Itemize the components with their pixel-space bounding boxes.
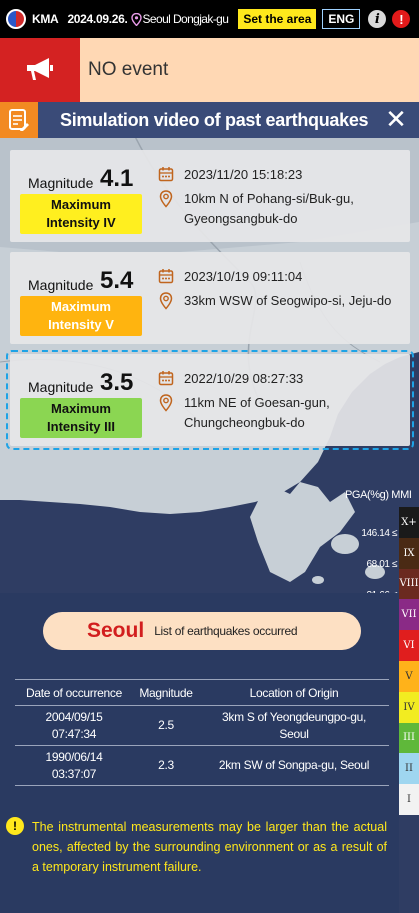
current-date: 2024.09.26. <box>67 12 128 26</box>
row-date: 2004/09/15 07:47:34 <box>15 705 133 746</box>
region-subtitle: List of earthquakes occurred <box>154 624 298 638</box>
table-row: 2004/09/15 07:47:34 2.5 3km S of Yeongdeu… <box>15 705 389 746</box>
location-line1: 10km N of Pohang-si/Buk-gu, <box>184 191 354 206</box>
current-location: Seoul Dongjak-gu <box>142 12 229 26</box>
earthquake-list: Magnitude 4.1 Maximum Intensity IV 2023/… <box>6 150 414 456</box>
row-location: 3km S of Yeongdeungpo-gu, Seoul <box>199 705 389 746</box>
row-date: 1990/06/14 03:37:07 <box>15 745 133 786</box>
pga-threshold: 68.01 ≤ <box>366 559 398 571</box>
earthquake-location: 10km N of Pohang-si/Buk-gu, Gyeongsangbu… <box>184 189 404 229</box>
location-line2: Chungcheongbuk-do <box>184 415 305 430</box>
simulation-header: Simulation video of past earthquakes ✕ <box>0 102 419 138</box>
earthquake-datetime: 2023/11/20 15:18:23 <box>184 167 303 182</box>
location-line1: 33km WSW of Seogwipo-si, Jeju-do <box>184 293 392 308</box>
mmi-level: V <box>399 660 419 692</box>
warning-icon: ! <box>6 817 24 835</box>
mmi-legend: X+ IX VIII VII VI V IV III II I <box>399 507 419 815</box>
column-header-location: Location of Origin <box>199 679 389 706</box>
calendar-icon <box>158 371 174 386</box>
earthquake-location: 11km NE of Goesan-gun, Chungcheongbuk-do <box>184 393 404 433</box>
location-icon <box>159 190 173 208</box>
magnitude-label: Magnitude <box>28 277 94 293</box>
loc-line1: 2km SW of Songpa-gu, Seoul <box>218 758 370 772</box>
mmi-level: IX <box>399 537 419 569</box>
intensity-line1: Maximum <box>51 401 111 416</box>
intensity-line2: Intensity V <box>48 317 114 332</box>
set-area-button[interactable]: Set the area <box>238 9 317 29</box>
event-status-text: NO event <box>88 59 169 80</box>
kma-logo-icon <box>6 9 26 29</box>
calendar-icon <box>158 167 174 182</box>
column-header-magnitude: Magnitude <box>133 679 199 706</box>
info-icon[interactable]: i <box>368 10 387 28</box>
location-icon <box>159 394 173 412</box>
max-intensity-badge: Maximum Intensity V <box>20 296 142 336</box>
location-line1: 11km NE of Goesan-gun, <box>184 395 330 410</box>
location-line2: Gyeongsangbuk-do <box>184 211 298 226</box>
max-intensity-badge: Maximum Intensity IV <box>20 194 142 234</box>
magnitude-value: 5.4 <box>100 267 134 294</box>
org-name: KMA <box>32 12 59 26</box>
mmi-level: VI <box>399 630 419 661</box>
table-row: 1990/06/14 03:37:07 2.3 2km SW of Songpa-… <box>15 745 389 786</box>
date-line2: 03:37:07 <box>51 766 97 781</box>
magnitude-label: Magnitude <box>28 379 94 395</box>
simulation-title: Simulation video of past earthquakes <box>60 109 369 130</box>
intensity-line2: Intensity IV <box>46 215 116 230</box>
pga-threshold: 146.14 ≤ <box>361 528 397 540</box>
language-button[interactable]: ENG <box>322 9 361 29</box>
close-button[interactable]: ✕ <box>382 106 410 134</box>
magnitude-value: 4.1 <box>100 165 134 192</box>
intensity-line2: Intensity III <box>47 419 115 434</box>
mmi-level: I <box>399 784 419 815</box>
intensity-line1: Maximum <box>51 299 111 314</box>
row-location: 2km SW of Songpa-gu, Seoul <box>199 745 389 786</box>
date-line1: 2004/09/15 <box>45 709 103 724</box>
magnitude-value: 3.5 <box>100 369 134 396</box>
notice-text: The instrumental measurements may be lar… <box>32 820 387 874</box>
earthquake-datetime: 2022/10/29 08:27:33 <box>184 371 304 386</box>
earthquake-card-selected[interactable]: Magnitude 3.5 Maximum Intensity III 2022… <box>6 350 414 450</box>
intensity-line1: Maximum <box>51 197 111 212</box>
region-name: Seoul <box>87 619 145 642</box>
earthquake-history-table: Date of occurrence Magnitude Location of… <box>15 679 389 786</box>
location-pin-icon <box>130 12 142 26</box>
earthquake-datetime: 2023/10/19 09:11:04 <box>184 269 303 284</box>
mmi-level: II <box>399 753 419 785</box>
earthquake-location: 33km WSW of Seogwipo-si, Jeju-do <box>184 291 404 311</box>
alert-icon[interactable]: ! <box>392 10 411 28</box>
date-line1: 1990/06/14 <box>45 749 103 764</box>
region-panel: Seoul List of earthquakes occurred Date … <box>0 593 399 913</box>
location-icon <box>159 292 173 310</box>
date-line2: 07:47:34 <box>51 726 97 741</box>
loc-line2: Seoul <box>279 726 309 741</box>
column-header-date: Date of occurrence <box>15 679 133 706</box>
row-magnitude: 2.5 <box>133 705 199 746</box>
loc-line1: 3km S of Yeongdeungpo-gu, <box>222 709 366 724</box>
mmi-level: IV <box>399 691 419 723</box>
earthquake-card[interactable]: Magnitude 4.1 Maximum Intensity IV 2023/… <box>10 150 410 242</box>
mmi-level: VII <box>399 599 419 631</box>
megaphone-icon <box>0 38 80 102</box>
top-bar: KMA 2024.09.26. Seoul Dongjak-gu Set the… <box>0 0 419 38</box>
event-banner: NO event <box>0 38 419 102</box>
calendar-icon <box>158 269 174 284</box>
document-icon <box>0 102 38 138</box>
max-intensity-badge: Maximum Intensity III <box>20 398 142 438</box>
mmi-level: III <box>399 722 419 754</box>
region-header[interactable]: Seoul List of earthquakes occurred <box>43 612 361 650</box>
earthquake-card[interactable]: Magnitude 5.4 Maximum Intensity V 2023/1… <box>10 252 410 344</box>
legend-title: PGA(%g) MMI <box>345 489 412 501</box>
mmi-level: X+ <box>399 507 419 538</box>
mmi-level: VIII <box>399 568 419 600</box>
magnitude-label: Magnitude <box>28 175 94 191</box>
row-magnitude: 2.3 <box>133 745 199 786</box>
